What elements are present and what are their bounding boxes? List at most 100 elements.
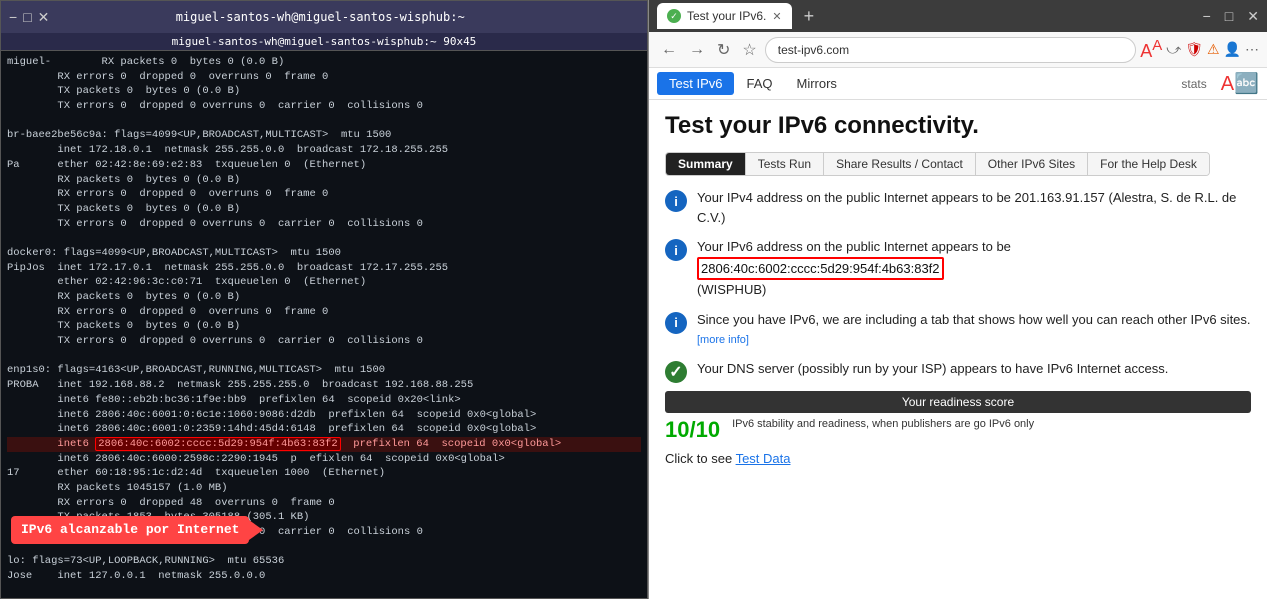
terminal-line <box>7 540 641 555</box>
terminal-line-highlight: inet6 2806:40c:6002:cccc:5d29:954f:4b63:… <box>7 437 641 452</box>
warning-icon[interactable]: ⚠ <box>1207 41 1220 58</box>
tab-mirrors[interactable]: Mirrors <box>784 72 848 95</box>
terminal-body[interactable]: miguel- RX packets 0 bytes 0 (0.0 B) RX … <box>1 51 647 598</box>
content-tab-summary[interactable]: Summary <box>666 153 746 175</box>
terminal-window: − □ ✕ miguel-santos-wh@miguel-santos-wis… <box>0 0 648 599</box>
ipv6-tab-card: i Since you have IPv6, we are including … <box>665 310 1251 349</box>
tab-close-button[interactable]: ✕ <box>772 10 781 23</box>
terminal-close[interactable]: ✕ <box>38 9 50 26</box>
address-bar[interactable] <box>765 37 1136 63</box>
browser-window: ✓ Test your IPv6. ✕ + − □ ✕ ← → ↻ ☆ AA ⤻… <box>648 0 1267 599</box>
terminal-line: TX packets 1853 bytes 305188 (305.1 KB) <box>7 510 641 525</box>
page-title: Test your IPv6 connectivity. <box>665 112 1251 140</box>
readiness-label: Your readiness score <box>665 391 1251 413</box>
info-icon-tab: i <box>665 312 687 334</box>
site-nav-tabs: Test IPv6 FAQ Mirrors stats A🔤 <box>649 68 1267 100</box>
terminal-maximize[interactable]: □ <box>23 9 31 26</box>
terminal-line: TX packets 0 bytes 0 (0.0 B) <box>7 202 641 217</box>
terminal-line: ether 02:42:96:3c:c0:71 txqueuelen 0 (Et… <box>7 275 641 290</box>
terminal-line: br-baee2be56c9a: flags=4099<UP,BROADCAST… <box>7 128 641 143</box>
terminal-line: RX errors 0 dropped 0 overruns 0 frame 0 <box>7 70 641 85</box>
ipv6-card: i Your IPv6 address on the public Intern… <box>665 237 1251 300</box>
back-button[interactable]: ← <box>657 39 681 61</box>
terminal-line: TX packets 0 bytes 0 (0.0 B) <box>7 319 641 334</box>
terminal-line: 17 ether 60:18:95:1c:d2:4d txqueuelen 10… <box>7 466 641 481</box>
reload-button[interactable]: ↻ <box>713 38 734 62</box>
browser-close[interactable]: ✕ <box>1247 8 1259 25</box>
browser-tab-active[interactable]: ✓ Test your IPv6. ✕ <box>657 3 792 29</box>
terminal-line: RX errors 0 dropped 0 overruns 0 frame 0 <box>7 305 641 320</box>
terminal-line: TX errors 0 dropped 0 overruns 0 carrier… <box>7 99 641 114</box>
stats-button[interactable]: stats <box>1175 75 1212 93</box>
browser-content: Test your IPv6 connectivity. Summary Tes… <box>649 100 1267 599</box>
terminal-line: inet 172.18.0.1 netmask 255.255.0.0 broa… <box>7 143 641 158</box>
readiness-description: IPv6 stability and readiness, when publi… <box>732 417 1034 432</box>
share-icon[interactable]: ⤻ <box>1166 41 1181 58</box>
terminal-line: TX packets 0 bytes 0 (0.0 B) <box>7 84 641 99</box>
terminal-line: RX packets 0 bytes 0 (0.0 B) <box>7 173 641 188</box>
terminal-line: lo: flags=73<UP,LOOPBACK,RUNNING> mtu 65… <box>7 554 641 569</box>
readiness-score: 10/10 <box>665 417 720 443</box>
terminal-line: PipJos inet 172.17.0.1 netmask 255.255.0… <box>7 261 641 276</box>
bookmark-button[interactable]: ☆ <box>738 38 760 62</box>
terminal-minimize[interactable]: − <box>9 9 17 26</box>
terminal-line: inet6 2806:40c:6000:2598c:2290:1945 p ef… <box>7 452 641 467</box>
ipv6-tab-text: Since you have IPv6, we are including a … <box>697 310 1251 349</box>
ipv4-text: Your IPv4 address on the public Internet… <box>697 188 1251 227</box>
ipv6-address: 2806:40c:6002:cccc:5d29:954f:4b63:83f2 <box>697 257 944 281</box>
terminal-line <box>7 349 641 364</box>
tab-new-button[interactable]: + <box>800 6 819 27</box>
terminal-line: TX errors 0 dropped 0 overruns 0 carrier… <box>7 217 641 232</box>
settings-icon[interactable]: ⋯ <box>1245 41 1259 58</box>
tab-test-ipv6[interactable]: Test IPv6 <box>657 72 734 95</box>
content-tabs: Summary Tests Run Share Results / Contac… <box>665 152 1210 176</box>
terminal-line <box>7 114 641 129</box>
terminal-line <box>7 231 641 246</box>
readiness-section: Your readiness score 10/10 IPv6 stabilit… <box>665 391 1251 443</box>
terminal-line: RX errors 0 dropped 48 overruns 0 frame … <box>7 496 641 511</box>
translate-symbol[interactable]: A🔤 <box>1221 71 1259 96</box>
extensions-icon[interactable]: 🛡 <box>1185 41 1203 58</box>
info-cards: i Your IPv4 address on the public Intern… <box>665 188 1251 383</box>
terminal-line: Pa ether 02:42:8e:69:e2:83 txqueuelen 0 … <box>7 158 641 173</box>
terminal-line: TX errors 8 dropped 0 overruns 0 carrier… <box>7 525 641 540</box>
test-data-prefix: Click to see <box>665 451 736 466</box>
terminal-subtitle: miguel-santos-wh@miguel-santos-wisphub:~… <box>1 33 647 51</box>
dns-card: ✓ Your DNS server (possibly run by your … <box>665 359 1251 383</box>
tab-faq[interactable]: FAQ <box>734 72 784 95</box>
terminal-line: RX packets 0 bytes 0 (0.0 B) <box>7 290 641 305</box>
terminal-line: inet6 fe80::eb2b:bc36:1f9e:bb9 prefixlen… <box>7 393 641 408</box>
profile-icon[interactable]: 👤 <box>1224 41 1241 58</box>
browser-titlebar: ✓ Test your IPv6. ✕ + − □ ✕ <box>649 0 1267 32</box>
content-tab-tests-run[interactable]: Tests Run <box>746 153 824 175</box>
info-icon-ipv4: i <box>665 190 687 212</box>
terminal-line: PROBA inet 192.168.88.2 netmask 255.255.… <box>7 378 641 393</box>
forward-button[interactable]: → <box>685 39 709 61</box>
browser-minimize[interactable]: − <box>1203 8 1211 24</box>
more-info-link[interactable]: [more info] <box>697 334 749 346</box>
info-icon-dns: ✓ <box>665 361 687 383</box>
terminal-line: RX errors 0 dropped 0 overruns 0 frame 0 <box>7 187 641 202</box>
info-icon-ipv6: i <box>665 239 687 261</box>
terminal-line: inet6 2806:40c:6001:0:6c1e:1060:9086:d2d… <box>7 408 641 423</box>
test-data-link[interactable]: Test Data <box>736 451 791 466</box>
terminal-line: TX errors 0 dropped 0 overruns 0 carrier… <box>7 334 641 349</box>
terminal-line: RX packets 1045157 (1.0 MB) <box>7 481 641 496</box>
ipv6-text: Your IPv6 address on the public Internet… <box>697 237 1251 300</box>
browser-maximize[interactable]: □ <box>1225 8 1233 24</box>
browser-controls: ← → ↻ ☆ AA ⤻ 🛡 ⚠ 👤 ⋯ <box>649 32 1267 68</box>
terminal-line: inet6 2806:40c:6001:0:2359:14hd:45d4:614… <box>7 422 641 437</box>
dns-text: Your DNS server (possibly run by your IS… <box>697 359 1251 379</box>
content-tab-other-sites[interactable]: Other IPv6 Sites <box>976 153 1088 175</box>
tab-title: Test your IPv6. <box>687 9 766 23</box>
terminal-titlebar: − □ ✕ miguel-santos-wh@miguel-santos-wis… <box>1 1 647 33</box>
test-data-section: Click to see Test Data <box>665 451 1251 466</box>
terminal-line: docker0: flags=4099<UP,BROADCAST,MULTICA… <box>7 246 641 261</box>
terminal-title: miguel-santos-wh@miguel-santos-wisphub:~ <box>49 10 591 24</box>
translate-icon[interactable]: AA <box>1140 37 1162 62</box>
content-tab-help-desk[interactable]: For the Help Desk <box>1088 153 1209 175</box>
ipv4-card: i Your IPv4 address on the public Intern… <box>665 188 1251 227</box>
terminal-line: enp1s0: flags=4163<UP,BROADCAST,RUNNING,… <box>7 363 641 378</box>
terminal-line: miguel- RX packets 0 bytes 0 (0.0 B) <box>7 55 641 70</box>
content-tab-share[interactable]: Share Results / Contact <box>824 153 976 175</box>
